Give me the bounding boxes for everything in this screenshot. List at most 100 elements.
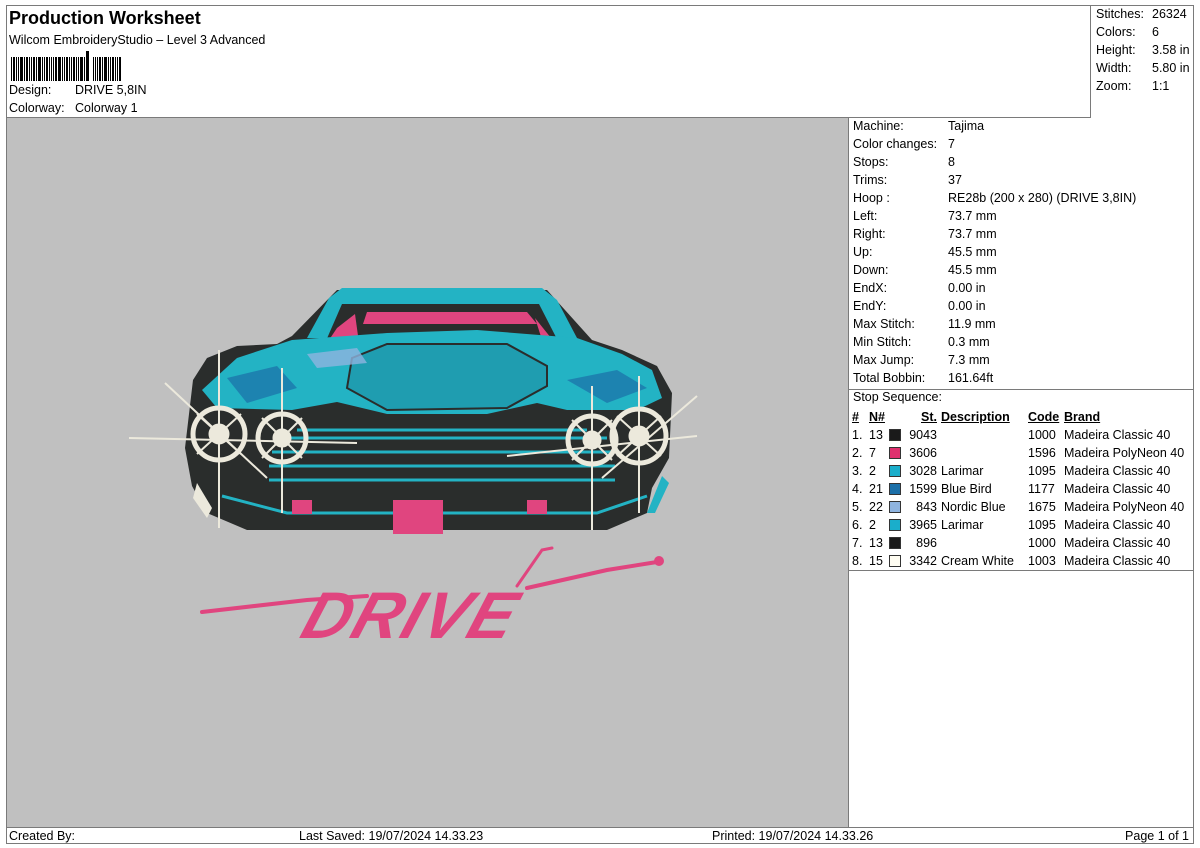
colorway-label: Colorway: (9, 101, 65, 115)
endy-row: EndY: 0.00 in (853, 299, 986, 313)
colorway-row: Colorway: Colorway 1 (9, 101, 138, 115)
row-stitches: 896 (916, 536, 937, 550)
max-stitch-row: Max Stitch: 11.9 mm (853, 317, 996, 331)
width-label: Width: (1096, 61, 1132, 75)
max-jump-value: 7.3 mm (948, 353, 990, 367)
row-code: 1177 (1028, 482, 1055, 496)
row-stitches: 3965 (909, 518, 937, 532)
barcode-bar (80, 57, 83, 81)
table-row: 8. 15 3342 Cream White 1003 Madeira Classic 4… (852, 552, 1184, 570)
header: Production Worksheet Wilcom EmbroiderySt… (7, 6, 1091, 118)
barcode-bar (99, 57, 101, 81)
zoom-label: Zoom: (1096, 79, 1132, 93)
colorway-value: Colorway 1 (75, 101, 138, 115)
row-number: 7. (852, 536, 863, 550)
barcode-bar (16, 57, 17, 81)
hoop-label: Hoop : (853, 191, 890, 205)
width-value: 5.80 in (1152, 61, 1190, 75)
color-changes-row: Color changes: 7 (853, 137, 955, 151)
machine-row: Machine: Tajima (853, 119, 984, 133)
row-code: 1095 (1028, 518, 1056, 532)
barcode-bar (26, 57, 28, 81)
drive-flourish (515, 546, 554, 588)
colors-value: 6 (1152, 25, 1159, 39)
down-label: Down: (853, 263, 889, 277)
table-row: 2. 7 3606 1596 Madeira PolyNeon 40 (852, 444, 1184, 462)
barcode-bar (119, 57, 121, 81)
barcode-bar (24, 57, 25, 81)
info-panel: Machine: Tajima Color changes: 7 Stops: 8 T… (849, 118, 1193, 827)
hood-scoop (345, 343, 548, 412)
software-name: Wilcom EmbroideryStudio – Level 3 Advanc… (9, 33, 266, 47)
row-code: 1000 (1028, 428, 1056, 442)
barcode-bar (69, 57, 70, 81)
table-row: 6. 2 3965 Larimar 1095 Madeira Classic 40 (852, 516, 1184, 534)
trims-value: 37 (948, 173, 962, 187)
stop-sequence-header: # N# St. Description Code Brand (852, 408, 1184, 426)
created-by: Created By: (9, 829, 76, 843)
trims-label: Trims: (853, 173, 888, 187)
row-description (941, 426, 1028, 444)
row-needle: 7 (869, 446, 876, 460)
table-row: 5. 22 843 Nordic Blue 1675 Madeira PolyNeon 4… (852, 498, 1184, 516)
row-stitches: 843 (916, 500, 937, 514)
row-stitches: 1599 (909, 482, 937, 496)
row-description: Larimar (941, 464, 984, 478)
row-description (941, 444, 1028, 462)
barcode-bar (102, 57, 103, 81)
barcode-bar (58, 57, 61, 81)
barcode-bar (53, 57, 54, 81)
up-label: Up: (853, 245, 873, 259)
barcode-bar (93, 57, 94, 81)
stops-row: Stops: 8 (853, 155, 955, 169)
min-stitch-value: 0.3 mm (948, 335, 990, 349)
divider-sequence (849, 570, 1193, 571)
width-row: Width: 5.80 in (1096, 61, 1190, 75)
row-description (941, 534, 1028, 552)
barcode-bar (46, 57, 48, 81)
barcode-bar (33, 57, 35, 81)
row-needle: 13 (869, 536, 883, 550)
hoop-row: Hoop : RE28b (200 x 280) (DRIVE 3,8IN) (853, 191, 1136, 205)
row-number: 2. (852, 446, 863, 460)
stitches-row: Stitches: 26324 (1096, 7, 1187, 21)
header-description: Description (941, 410, 1010, 424)
barcode-bar (78, 57, 79, 81)
stitches-value: 26324 (1152, 7, 1187, 21)
embroidery-design: DRIVE (128, 288, 698, 653)
right-value: 73.7 mm (948, 227, 997, 241)
design-row: Design: DRIVE 5,8IN (9, 83, 147, 97)
row-brand: Madeira Classic 40 (1064, 554, 1171, 568)
stop-sequence-title: Stop Sequence: (853, 390, 942, 404)
colors-row: Colors: 6 (1096, 25, 1159, 39)
row-needle: 2 (869, 464, 876, 478)
color-changes-label: Color changes: (853, 137, 938, 151)
color-swatch (889, 444, 905, 462)
row-description: Blue Bird (941, 482, 992, 496)
zoom-value: 1:1 (1152, 79, 1170, 93)
stop-sequence-rows: 1. 13 9043 1000 Madeira Classic 40 2. 7 3606 159… (852, 426, 1184, 570)
table-row: 4. 21 1599 Blue Bird 1177 Madeira Classic 40 (852, 480, 1184, 498)
barcode-bar (18, 57, 19, 81)
color-swatch (889, 552, 905, 570)
last-saved: Last Saved: 19/07/2024 14.33.23 (299, 829, 484, 843)
design-value: DRIVE 5,8IN (75, 83, 147, 97)
colors-label: Colors: (1096, 25, 1136, 39)
barcode-bar (49, 57, 50, 81)
footer: Created By: Last Saved: 19/07/2024 14.33… (7, 827, 1193, 844)
barcode-bar (73, 57, 75, 81)
drive-logo-text: DRIVE (293, 580, 528, 653)
barcode-bar (51, 57, 52, 81)
barcode-bar (115, 57, 116, 81)
barcode-bar (44, 57, 45, 81)
row-needle: 2 (869, 518, 876, 532)
row-needle: 15 (869, 554, 883, 568)
license-plate (393, 500, 443, 534)
endy-value: 0.00 in (948, 299, 986, 313)
thread-color-swatch (889, 500, 901, 513)
color-swatch (889, 498, 905, 516)
max-stitch-value: 11.9 mm (948, 317, 996, 331)
row-code: 1675 (1028, 500, 1056, 514)
down-value: 45.5 mm (948, 263, 997, 277)
row-needle: 13 (869, 428, 883, 442)
